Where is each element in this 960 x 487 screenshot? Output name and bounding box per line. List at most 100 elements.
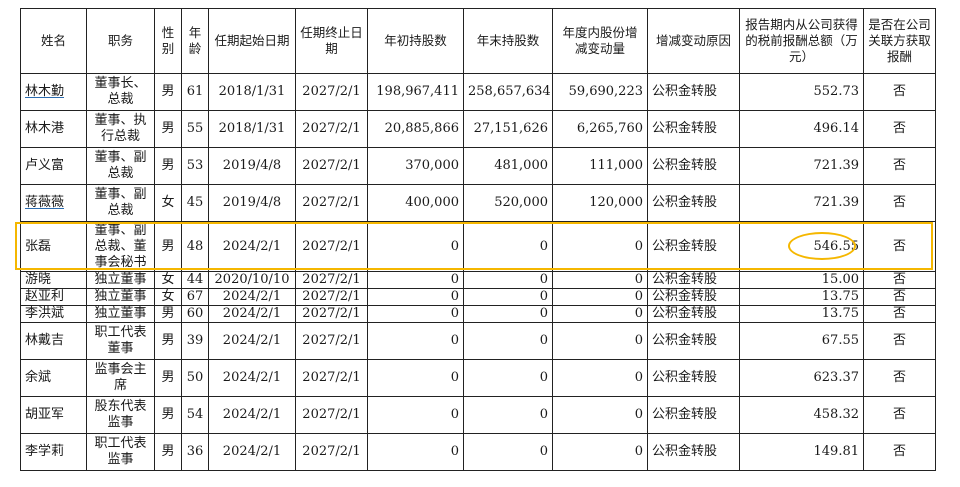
cell-age: 67	[181, 288, 209, 306]
cell-term-end: 2027/2/1	[295, 322, 368, 360]
cell-name: 李学莉	[20, 433, 87, 471]
cell-gender: 男	[154, 73, 182, 111]
cell-gender: 男	[154, 433, 182, 471]
cell-shares-end: 0	[463, 396, 553, 434]
cell-shares-change: 0	[552, 271, 648, 289]
col-header-age: 年龄	[181, 8, 209, 74]
col-header-gender: 性别	[154, 8, 182, 74]
header-row: 姓名 职务 性别 年龄 任期起始日期 任期终止日期 年初持股数 年末持股数 年度…	[20, 8, 936, 74]
cell-shares-change: 0	[552, 322, 648, 360]
cell-term-start: 2019/4/8	[208, 147, 296, 185]
cell-shares-begin: 0	[367, 396, 464, 434]
cell-shares-change: 6,265,760	[552, 110, 648, 148]
cell-term-end: 2027/2/1	[295, 288, 368, 306]
cell-change-reason: 公积金转股	[647, 433, 740, 471]
cell-position: 董事、副总裁	[86, 184, 155, 222]
table-row: 林戴吉 职工代表董事男 39 2024/2/1 2027/2/1 0 0 0 公积金转股 67.5…	[20, 322, 936, 360]
cell-name: 卢义富	[20, 147, 87, 185]
cell-related-party-pay: 否	[863, 147, 936, 185]
table-row: 李学莉 职工代表监事男 36 2024/2/1 2027/2/1 0 0 0 公积金转股 149.…	[20, 433, 936, 471]
cell-related-party-pay: 否	[863, 396, 936, 434]
cell-gender: 男	[154, 305, 182, 323]
cell-term-start: 2024/2/1	[208, 433, 296, 471]
table-row: 林木港 董事、执行总裁男 55 2018/1/31 2027/2/1 20,885,866…	[20, 110, 936, 148]
cell-gender: 男	[154, 359, 182, 397]
cell-term-start: 2019/4/8	[208, 184, 296, 222]
cell-age: 48	[181, 221, 209, 272]
cell-term-end: 2027/2/1	[295, 305, 368, 323]
executive-compensation-table: 姓名 职务 性别 年龄 任期起始日期 任期终止日期 年初持股数 年末持股数 年度…	[20, 8, 936, 471]
cell-shares-change: 0	[552, 359, 648, 397]
cell-position: 股东代表监事	[86, 396, 155, 434]
col-header-shares-change: 年度内股份增减变动量	[552, 8, 648, 74]
cell-change-reason: 公积金转股	[647, 73, 740, 111]
cell-name: 游晓	[20, 271, 87, 289]
cell-shares-end: 481,000	[463, 147, 553, 185]
cell-position: 职工代表董事	[86, 322, 155, 360]
cell-term-start: 2024/2/1	[208, 359, 296, 397]
cell-term-start: 2020/10/10	[208, 271, 296, 289]
cell-name: 赵亚利	[20, 288, 87, 306]
cell-gender: 男	[154, 396, 182, 434]
cell-related-party-pay: 否	[863, 433, 936, 471]
cell-position: 董事、执行总裁	[86, 110, 155, 148]
cell-name: 蒋薇薇	[20, 184, 87, 222]
col-header-change-reason: 增减变动原因	[647, 8, 740, 74]
cell-shares-end: 0	[463, 271, 553, 289]
cell-term-start: 2024/2/1	[208, 322, 296, 360]
table-row: 张磊 董事、副总裁、董事会秘书男 48 2024/2/1 2027/2/1 0 0 0 公积金转…	[20, 221, 936, 272]
cell-position: 监事会主席	[86, 359, 155, 397]
table-row: 赵亚利 独立董事女 67 2024/2/1 2027/2/1 0 0 0 公积金转股 13.75 否	[20, 288, 936, 306]
cell-shares-begin: 370,000	[367, 147, 464, 185]
cell-shares-change: 0	[552, 221, 648, 272]
cell-shares-change: 0	[552, 433, 648, 471]
cell-gender: 男	[154, 221, 182, 272]
cell-position: 独立董事	[86, 288, 155, 306]
cell-compensation: 721.39	[739, 184, 864, 222]
cell-change-reason: 公积金转股	[647, 359, 740, 397]
cell-gender: 男	[154, 147, 182, 185]
cell-shares-change: 0	[552, 288, 648, 306]
cell-age: 36	[181, 433, 209, 471]
cell-term-start: 2018/1/31	[208, 110, 296, 148]
cell-shares-begin: 0	[367, 305, 464, 323]
cell-shares-change: 0	[552, 396, 648, 434]
cell-term-start: 2024/2/1	[208, 288, 296, 306]
cell-shares-begin: 0	[367, 433, 464, 471]
cell-change-reason: 公积金转股	[647, 305, 740, 323]
cell-position: 职工代表监事	[86, 433, 155, 471]
cell-term-start: 2024/2/1	[208, 305, 296, 323]
table-row: 蒋薇薇 董事、副总裁女 45 2019/4/8 2027/2/1 400,000 520,0…	[20, 184, 936, 222]
cell-compensation: 552.73	[739, 73, 864, 111]
cell-term-start: 2024/2/1	[208, 221, 296, 272]
col-header-related-party-pay: 是否在公司关联方获取报酬	[863, 8, 936, 74]
table-row: 胡亚军 股东代表监事男 54 2024/2/1 2027/2/1 0 0 0 公积金转股 458.…	[20, 396, 936, 434]
cell-term-end: 2027/2/1	[295, 184, 368, 222]
cell-age: 50	[181, 359, 209, 397]
cell-change-reason: 公积金转股	[647, 322, 740, 360]
cell-term-end: 2027/2/1	[295, 271, 368, 289]
col-header-name: 姓名	[20, 8, 87, 74]
cell-shares-end: 520,000	[463, 184, 553, 222]
cell-related-party-pay: 否	[863, 184, 936, 222]
cell-age: 60	[181, 305, 209, 323]
cell-change-reason: 公积金转股	[647, 271, 740, 289]
cell-change-reason: 公积金转股	[647, 221, 740, 272]
table-row: 游晓 独立董事女 44 2020/10/10 2027/2/1 0 0 0 公积金转股 15.00…	[20, 271, 936, 289]
cell-shares-begin: 20,885,866	[367, 110, 464, 148]
cell-name: 林戴吉	[20, 322, 87, 360]
cell-gender: 男	[154, 322, 182, 360]
cell-compensation: 496.14	[739, 110, 864, 148]
cell-compensation: 15.00	[739, 271, 864, 289]
cell-shares-change: 111,000	[552, 147, 648, 185]
cell-compensation: 13.75	[739, 288, 864, 306]
cell-age: 44	[181, 271, 209, 289]
table-row: 余斌 监事会主席男 50 2024/2/1 2027/2/1 0 0 0 公积金转股 623.37…	[20, 359, 936, 397]
cell-shares-end: 0	[463, 433, 553, 471]
cell-shares-begin: 0	[367, 221, 464, 272]
cell-change-reason: 公积金转股	[647, 396, 740, 434]
cell-shares-end: 0	[463, 305, 553, 323]
cell-shares-change: 59,690,223	[552, 73, 648, 111]
cell-shares-begin: 0	[367, 288, 464, 306]
cell-change-reason: 公积金转股	[647, 184, 740, 222]
